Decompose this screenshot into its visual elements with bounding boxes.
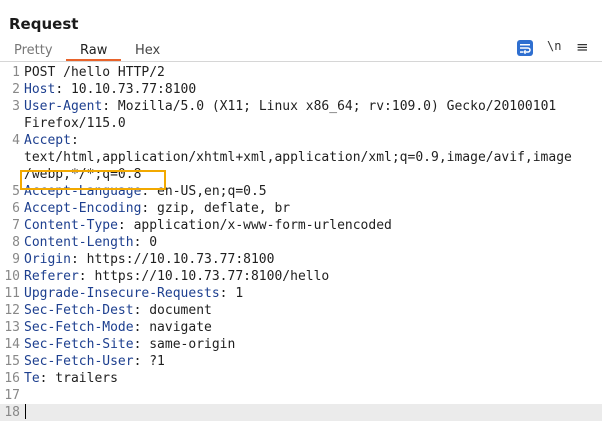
tab-hex[interactable]: Hex: [135, 43, 160, 60]
line-text: Te: trailers: [24, 370, 118, 387]
header-name: Content-Type: [24, 218, 118, 233]
code-line[interactable]: 18: [0, 404, 602, 421]
header-value: : 0: [133, 235, 158, 250]
raw-request-editor[interactable]: 1 POST /hello HTTP/2 2 Host: 10.10.73.77:81…: [0, 64, 602, 435]
header-value: : 1: [219, 286, 244, 301]
line-number: 3: [12, 99, 20, 114]
header-name: Referer: [24, 269, 79, 284]
header-value: : application/x-www-form-urlencoded: [117, 218, 392, 233]
line-text: Host: 10.10.73.77:8100: [24, 81, 196, 98]
line-number: 7: [12, 218, 20, 233]
line-number: 4: [12, 133, 20, 148]
header-name: Origin: [24, 252, 71, 267]
line-text: Sec-Fetch-Dest: document: [24, 302, 212, 319]
line-number: 17: [4, 388, 20, 403]
header-value: :: [70, 133, 79, 148]
code-line[interactable]: 9 Origin: https://10.10.73.77:8100: [0, 251, 602, 268]
line-text: Sec-Fetch-Site: same-origin: [24, 336, 235, 353]
line-text: User-Agent: Mozilla/5.0 (X11; Linux x86_…: [24, 98, 556, 115]
line-text: [24, 404, 26, 421]
code-line[interactable]: 7 Content-Type: application/x-www-form-ur…: [0, 217, 602, 234]
line-number: 10: [4, 269, 20, 284]
header-value: : same-origin: [133, 337, 236, 352]
code-line[interactable]: 15 Sec-Fetch-User: ?1: [0, 353, 602, 370]
code-line[interactable]: 17: [0, 387, 602, 404]
line-number: 14: [4, 337, 20, 352]
header-value: : Mozilla/5.0 (X11; Linux x86_64; rv:109…: [102, 99, 557, 114]
line-text: text/html,application/xhtml+xml,applicat…: [24, 149, 572, 166]
header-value: Firefox/115.0: [24, 116, 126, 131]
header-value: : navigate: [133, 320, 212, 335]
line-number: [0, 149, 24, 166]
code-line[interactable]: text/html,application/xhtml+xml,applicat…: [0, 149, 602, 166]
line-number: 1: [12, 65, 20, 80]
line-number: 16: [4, 371, 20, 386]
tab-pretty[interactable]: Pretty: [14, 43, 53, 60]
text-caret: [25, 404, 26, 419]
line-text: Content-Type: application/x-www-form-url…: [24, 217, 392, 234]
header-value: : document: [133, 303, 212, 318]
line-number: 2: [12, 82, 20, 97]
code-line[interactable]: 10 Referer: https://10.10.73.77:8100/hell…: [0, 268, 602, 285]
header-name: Te: [24, 371, 40, 386]
header-name: Sec-Fetch-Dest: [24, 303, 134, 318]
line-number: 13: [4, 320, 20, 335]
code-line[interactable]: 2 Host: 10.10.73.77:8100: [0, 81, 602, 98]
panel-title: Request: [9, 15, 79, 33]
header-name: Content-Length: [24, 235, 134, 250]
header-name: Sec-Fetch-User: [24, 354, 134, 369]
line-text: Sec-Fetch-User: ?1: [24, 353, 165, 370]
code-line[interactable]: 1 POST /hello HTTP/2: [0, 64, 602, 81]
header-name: Host: [24, 82, 56, 97]
header-value: POST /hello HTTP/2: [24, 65, 165, 80]
line-text: Sec-Fetch-Mode: navigate: [24, 319, 212, 336]
line-text: Accept-Encoding: gzip, deflate, br: [24, 200, 290, 217]
header-name: Sec-Fetch-Site: [24, 337, 134, 352]
line-number: 15: [4, 354, 20, 369]
line-text: Origin: https://10.10.73.77:8100: [24, 251, 274, 268]
header-value: : https://10.10.73.77:8100: [70, 252, 275, 267]
header-value: text/html,application/xhtml+xml,applicat…: [24, 150, 572, 165]
header-name: User-Agent: [24, 99, 103, 114]
header-value: : trailers: [39, 371, 118, 386]
line-number: 18: [4, 405, 20, 420]
code-line[interactable]: 13 Sec-Fetch-Mode: navigate: [0, 319, 602, 336]
code-line[interactable]: 14 Sec-Fetch-Site: same-origin: [0, 336, 602, 353]
line-number: 8: [12, 235, 20, 250]
code-line[interactable]: 4 Accept:: [0, 132, 602, 149]
code-line[interactable]: 11 Upgrade-Insecure-Requests: 1: [0, 285, 602, 302]
show-newlines-button[interactable]: \n: [547, 39, 561, 53]
tab-raw[interactable]: Raw: [65, 43, 122, 61]
content-length-highlight: [20, 170, 166, 190]
line-text: POST /hello HTTP/2: [24, 64, 165, 81]
header-value: : 10.10.73.77:8100: [55, 82, 197, 97]
header-value: : https://10.10.73.77:8100/hello: [78, 269, 330, 284]
menu-icon[interactable]: ≡: [576, 38, 589, 56]
tab-bar: Pretty Raw Hex: [0, 39, 602, 62]
header-name: Accept: [24, 133, 71, 148]
code-line[interactable]: 6 Accept-Encoding: gzip, deflate, br: [0, 200, 602, 217]
line-number: 9: [12, 252, 20, 267]
code-line[interactable]: 12 Sec-Fetch-Dest: document: [0, 302, 602, 319]
line-text: Upgrade-Insecure-Requests: 1: [24, 285, 243, 302]
code-line[interactable]: 16 Te: trailers: [0, 370, 602, 387]
header-name: Sec-Fetch-Mode: [24, 320, 134, 335]
line-number: 12: [4, 303, 20, 318]
header-name: Upgrade-Insecure-Requests: [24, 286, 220, 301]
line-text: Firefox/115.0: [24, 115, 126, 132]
wrap-lines-icon[interactable]: [517, 40, 533, 56]
header-value: : ?1: [133, 354, 165, 369]
line-number: 6: [12, 201, 20, 216]
header-name: Accept-Encoding: [24, 201, 142, 216]
code-line[interactable]: 8 Content-Length: 0: [0, 234, 602, 251]
code-line[interactable]: 3 User-Agent: Mozilla/5.0 (X11; Linux x86…: [0, 98, 602, 115]
line-text: Content-Length: 0: [24, 234, 157, 251]
line-number: [0, 115, 24, 132]
line-text: Referer: https://10.10.73.77:8100/hello: [24, 268, 329, 285]
code-line[interactable]: Firefox/115.0: [0, 115, 602, 132]
line-text: Accept:: [24, 132, 79, 149]
line-number: 11: [4, 286, 20, 301]
header-value: : gzip, deflate, br: [141, 201, 291, 216]
